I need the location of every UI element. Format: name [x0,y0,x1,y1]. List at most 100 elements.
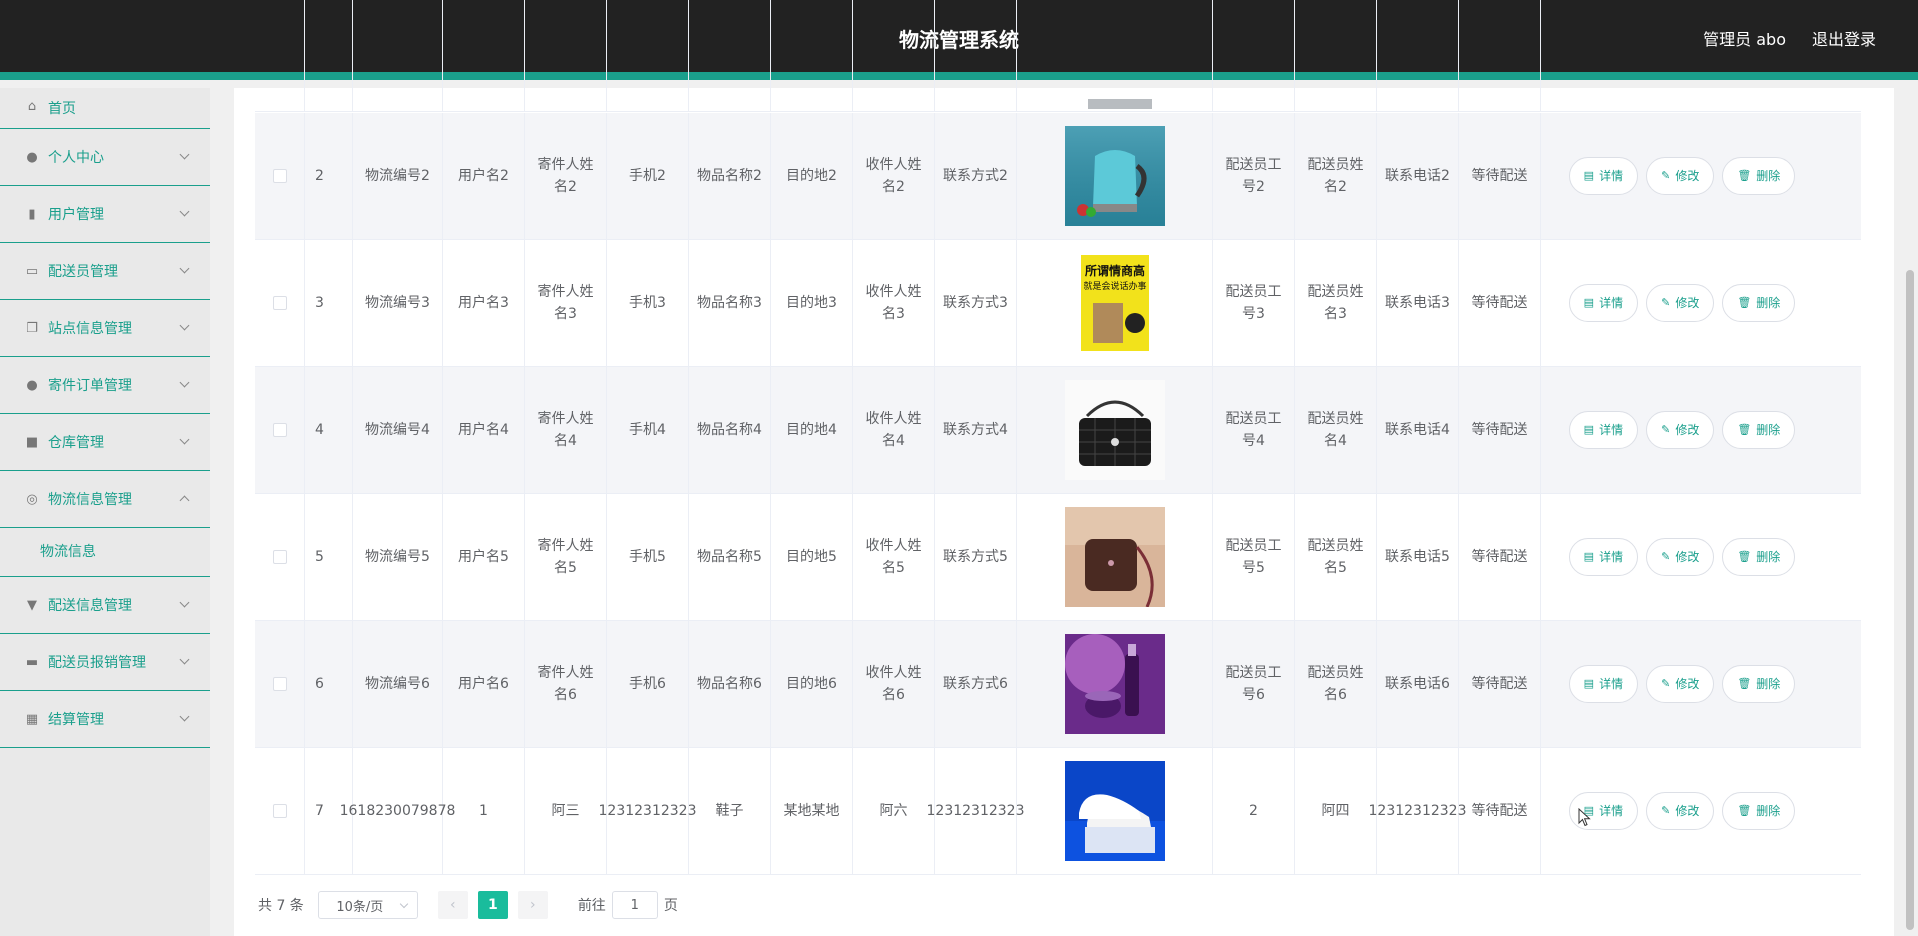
delete-button[interactable]: 🗑 删除 [1722,665,1796,703]
delete-button[interactable]: 🗑 删除 [1722,157,1796,195]
table-row: 4 物流编号4 用户名4 寄件人姓名4 手机4 物品名称4 目的地4 收件人姓名4 联系方式4 配… [255,367,1861,494]
sidebar-item-label: 用户管理 [48,207,104,223]
row-checkbox[interactable] [272,550,287,564]
table-row: 7 1618230079878 1 阿三 12312312323 鞋子 某地某地 阿六 1231… [255,748,1861,875]
document-icon: ▤ [1583,296,1595,309]
sidebar-item-5[interactable]: ● 寄件订单管理 [0,357,210,414]
delete-button[interactable]: 🗑 删除 [1722,792,1796,830]
edit-icon: ✎ [1661,550,1671,563]
cell-item: 物品名称3 [689,240,771,366]
row-checkbox[interactable] [272,296,287,310]
delete-label: 删除 [1756,550,1781,564]
edit-label: 修改 [1675,169,1700,183]
detail-button[interactable]: ▤ 详情 [1568,157,1639,195]
cell-idx: 6 [305,621,353,747]
cell-no: 物流编号2 [353,113,443,239]
sidebar-subitem-logistics-info[interactable]: 物流信息 [0,528,210,577]
page-number-current[interactable]: 1 [477,891,508,919]
home-icon: ⌂ [27,98,37,114]
sidebar-item-8[interactable]: ▼ 配送信息管理 [0,577,210,634]
document-icon: ▤ [1583,677,1595,690]
cell-status: 等待配送 [1459,621,1541,747]
product-image: 所谓情商高就是会说话办事 [1064,253,1165,353]
edit-button[interactable]: ✎ 修改 [1646,538,1715,576]
sidebar-item-1[interactable]: ● 个人中心 [0,129,210,186]
edit-button[interactable]: ✎ 修改 [1646,284,1715,322]
cell-recv: 收件人姓名6 [853,621,935,747]
page-size-select[interactable]: 10条/页 [317,891,418,919]
table-cell [689,0,771,111]
delete-label: 删除 [1756,296,1781,310]
table-cell [1213,0,1295,111]
goto-page-input[interactable]: 1 [611,891,658,919]
row-checkbox[interactable] [272,423,287,437]
cell-contact: 联系方式2 [935,113,1017,239]
cell-cname: 配送员姓名5 [1295,494,1377,620]
cell-idx: 5 [305,494,353,620]
cell-status: 等待配送 [1459,748,1541,874]
edit-button[interactable]: ✎ 修改 [1646,792,1715,830]
delete-button[interactable]: 🗑 删除 [1722,538,1796,576]
chevron-down-icon [179,654,190,665]
cell-dest: 目的地2 [771,113,853,239]
sidebar-item-label: 配送信息管理 [48,598,132,614]
cell-cname: 配送员姓名3 [1295,240,1377,366]
edit-icon: ✎ [1661,423,1671,436]
product-image [1064,126,1165,226]
detail-label: 详情 [1599,550,1624,564]
cell-cid: 配送员工号4 [1213,367,1295,493]
printer-icon: ▬ [25,654,39,670]
globe-icon: ◎ [26,491,38,507]
edit-button[interactable]: ✎ 修改 [1646,411,1715,449]
cell-cid: 配送员工号6 [1213,621,1295,747]
page-scrollbar[interactable] [1906,270,1914,930]
edit-button[interactable]: ✎ 修改 [1646,665,1715,703]
cell-dest: 某地某地 [771,748,853,874]
cell-status: 等待配送 [1459,240,1541,366]
row-select-cell [255,113,305,239]
sidebar-item-3[interactable]: ▭ 配送员管理 [0,243,210,300]
sidebar-item-7[interactable]: ◎ 物流信息管理 [0,471,210,528]
table-row: 5 物流编号5 用户名5 寄件人姓名5 手机5 物品名称5 目的地5 收件人姓名5 联系方式5 配… [255,494,1861,621]
row-checkbox[interactable] [272,677,287,691]
cell-sender: 阿三 [525,748,607,874]
cell-no: 物流编号4 [353,367,443,493]
next-page-button[interactable]: › [517,891,548,919]
detail-button[interactable]: ▤ 详情 [1568,411,1639,449]
table-cell [1017,0,1213,111]
cell-item: 物品名称2 [689,113,771,239]
prev-page-button[interactable]: ‹ [437,891,468,919]
cell-recv: 收件人姓名5 [853,494,935,620]
detail-button[interactable]: ▤ 详情 [1568,284,1639,322]
sidebar-item-label: 结算管理 [48,712,104,728]
row-checkbox[interactable] [272,169,287,183]
detail-label: 详情 [1599,677,1624,691]
product-image-cell: 所谓情商高 就是会说话办事 [1017,240,1213,366]
product-image [1064,380,1165,480]
cell-cid: 配送员工号3 [1213,240,1295,366]
detail-button[interactable]: ▤ 详情 [1568,538,1639,576]
sidebar-item-6[interactable]: ■ 仓库管理 [0,414,210,471]
chevron-down-icon [179,206,190,217]
detail-button[interactable]: ▤ 详情 [1568,665,1639,703]
sidebar-item-4[interactable]: ❐ 站点信息管理 [0,300,210,357]
detail-label: 详情 [1599,169,1624,183]
delete-button[interactable]: 🗑 删除 [1722,411,1796,449]
edit-button[interactable]: ✎ 修改 [1646,157,1715,195]
cell-item: 物品名称6 [689,621,771,747]
sidebar-item-9[interactable]: ▬ 配送员报销管理 [0,634,210,691]
sidebar-item-0[interactable]: ⌂ 首页 [0,88,210,129]
delete-button[interactable]: 🗑 删除 [1722,284,1796,322]
cell-user: 用户名4 [443,367,525,493]
chevron-down-icon [179,711,190,722]
product-image-cell [1017,748,1213,874]
cell-dest: 目的地3 [771,240,853,366]
row-checkbox[interactable] [272,804,287,818]
sidebar-item-2[interactable]: ▮ 用户管理 [0,186,210,243]
product-image-cell [1017,367,1213,493]
cell-user: 1 [443,748,525,874]
cell-ctel: 联系电话5 [1377,494,1459,620]
document-icon: ▤ [1583,169,1595,182]
sidebar-item-10[interactable]: ▦ 结算管理 [0,691,210,748]
cell-phone: 12312312323 [599,748,697,874]
